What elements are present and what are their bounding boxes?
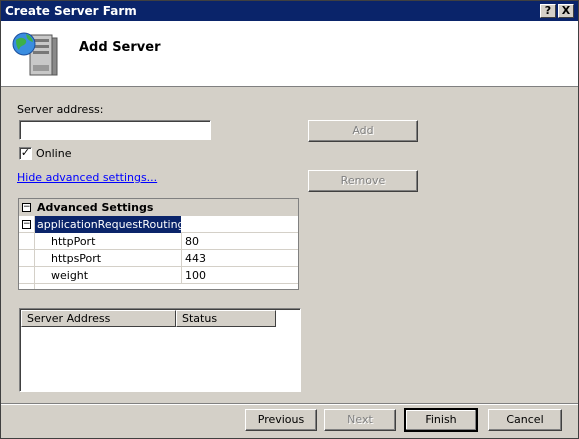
create-server-farm-dialog: Create Server Farm ? X Add Server Server… <box>0 0 579 439</box>
online-checkbox[interactable]: ✓ <box>19 147 32 160</box>
help-button[interactable]: ? <box>540 4 556 18</box>
add-button[interactable]: Add <box>308 120 418 142</box>
footer-separator <box>1 403 578 405</box>
previous-button[interactable]: Previous <box>245 409 317 431</box>
header-title: Add Server <box>79 40 161 55</box>
property-row-httpsport[interactable]: httpsPort 443 <box>19 250 298 267</box>
property-name: weight <box>51 269 89 282</box>
remove-button[interactable]: Remove <box>308 170 418 192</box>
window-title: Create Server Farm <box>5 4 137 18</box>
property-row-httpport[interactable]: httpPort 80 <box>19 233 298 250</box>
column-header-status[interactable]: Status <box>176 310 276 327</box>
advanced-settings-grid: − Advanced Settings − applicationRequest… <box>18 198 299 290</box>
next-button[interactable]: Next <box>324 409 396 431</box>
title-bar[interactable]: Create Server Farm ? X <box>1 1 578 21</box>
property-name: httpPort <box>51 235 96 248</box>
property-row-weight[interactable]: weight 100 <box>19 267 298 284</box>
property-value[interactable]: 443 <box>181 250 298 267</box>
group-row[interactable]: − applicationRequestRouting <box>19 216 298 233</box>
server-address-input[interactable] <box>19 120 211 140</box>
server-globe-icon <box>12 32 58 76</box>
advanced-settings-category[interactable]: − Advanced Settings <box>19 199 298 216</box>
wizard-header: Add Server <box>1 21 578 87</box>
group-name: applicationRequestRouting <box>34 216 185 233</box>
close-button[interactable]: X <box>558 4 574 18</box>
advanced-settings-title: Advanced Settings <box>37 201 154 214</box>
finish-button[interactable]: Finish <box>404 408 478 432</box>
server-list[interactable]: Server Address Status <box>19 308 301 392</box>
server-address-label: Server address: <box>17 103 104 116</box>
column-header-server-address[interactable]: Server Address <box>21 310 176 327</box>
hide-advanced-settings-link[interactable]: Hide advanced settings... <box>17 171 157 184</box>
collapse-icon[interactable]: − <box>22 220 31 229</box>
property-value[interactable]: 100 <box>181 267 298 284</box>
property-value[interactable]: 80 <box>181 233 298 250</box>
property-name: httpsPort <box>51 252 102 265</box>
online-label: Online <box>36 147 72 160</box>
cancel-button[interactable]: Cancel <box>488 409 562 431</box>
collapse-icon[interactable]: − <box>22 203 31 212</box>
